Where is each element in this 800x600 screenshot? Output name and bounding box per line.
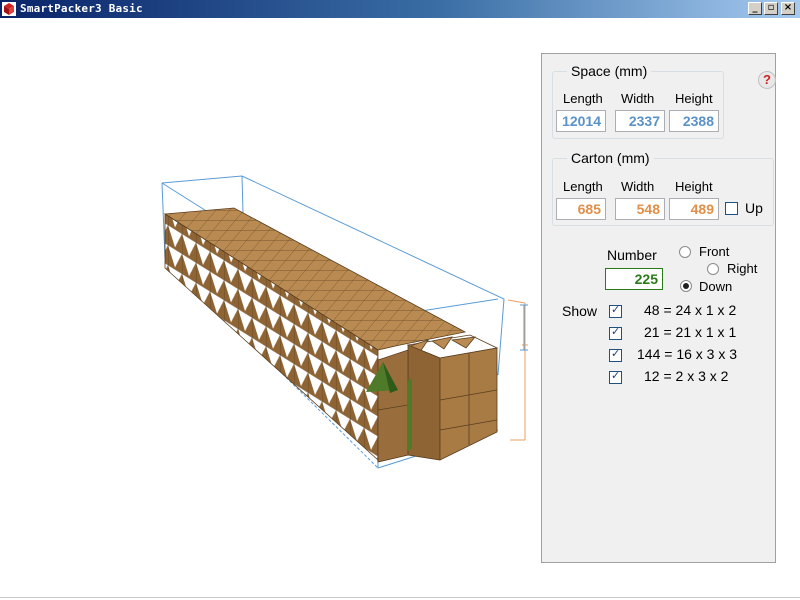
orientation-front-label: Front xyxy=(699,244,730,259)
carton-height-label: Height xyxy=(675,179,713,194)
carton-width-label: Width xyxy=(621,179,655,194)
carton-up-label: Up xyxy=(745,200,763,216)
carton-height-input[interactable]: 489 xyxy=(669,198,719,220)
space-width-label: Width xyxy=(621,91,655,106)
number-label: Number xyxy=(607,247,657,263)
show-row-1-text: 21 = 21 x 1 x 1 xyxy=(644,324,737,340)
show-label: Show xyxy=(562,303,598,319)
show-row-3-text: 12 = 2 x 3 x 2 xyxy=(644,368,729,384)
status-divider xyxy=(0,597,800,598)
orientation-front-radio[interactable] xyxy=(679,246,691,258)
carton-length-label: Length xyxy=(563,179,603,194)
close-button[interactable]: × xyxy=(781,2,795,15)
show-row-0-text: 48 = 24 x 1 x 2 xyxy=(644,302,737,318)
restore-button[interactable]: ▫ xyxy=(764,2,778,15)
space-height-input[interactable]: 2388 xyxy=(669,110,719,132)
show-row-1-checkbox[interactable] xyxy=(609,325,622,340)
title-bar: SmartPacker3 Basic _ ▫ × xyxy=(0,0,800,18)
help-button[interactable]: ? xyxy=(758,71,776,89)
dimension-lines xyxy=(507,299,528,441)
show-row-3-checkbox[interactable] xyxy=(609,369,622,384)
show-row-0-checkbox[interactable] xyxy=(609,303,622,318)
control-panel: ? Space (mm) Length Width Height 12014 2… xyxy=(541,53,776,563)
carton-length-input[interactable]: 685 xyxy=(556,198,606,220)
space-length-input[interactable]: 12014 xyxy=(556,110,606,132)
show-row-2-text: 144 = 16 x 3 x 3 xyxy=(637,346,738,362)
number-input[interactable]: 225 xyxy=(605,268,663,290)
space-height-label: Height xyxy=(675,91,713,106)
space-width-input[interactable]: 2337 xyxy=(615,110,665,132)
orientation-right-label: Right xyxy=(727,261,758,276)
minimize-button[interactable]: _ xyxy=(748,2,762,15)
orientation-right-radio[interactable] xyxy=(707,263,719,275)
carton-up-checkbox[interactable] xyxy=(725,202,738,215)
orientation-down-label: Down xyxy=(699,279,733,294)
window-title: SmartPacker3 Basic xyxy=(20,2,143,15)
cargo-front-block xyxy=(377,334,499,463)
orientation-down-radio[interactable] xyxy=(680,280,692,292)
carton-legend: Carton (mm) xyxy=(567,150,654,166)
packing-3d-viewport[interactable] xyxy=(0,18,540,598)
show-row-2-checkbox[interactable] xyxy=(609,347,622,362)
space-legend: Space (mm) xyxy=(567,63,652,79)
carton-width-input[interactable]: 548 xyxy=(615,198,665,220)
dimension-lines-blue xyxy=(520,304,528,351)
space-length-label: Length xyxy=(563,91,603,106)
app-icon xyxy=(2,2,16,16)
